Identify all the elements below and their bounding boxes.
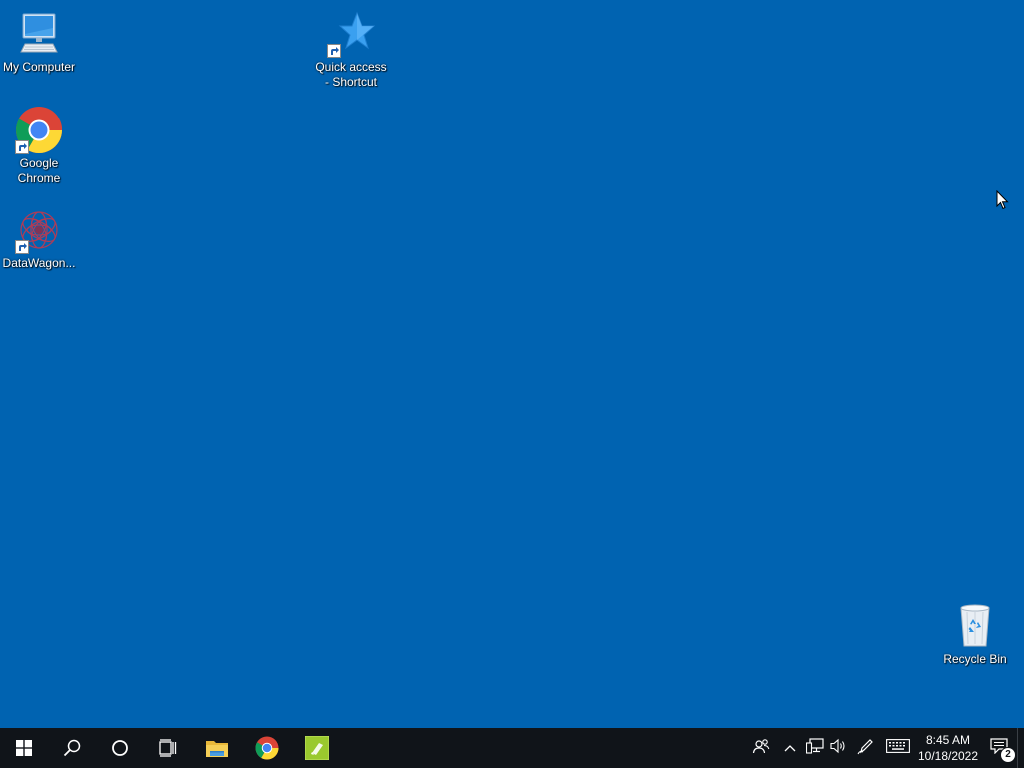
desktop-icon-label: Quick access - Shortcut: [315, 60, 387, 89]
desktop-icon-label: My Computer: [2, 60, 76, 74]
computer-icon: [15, 10, 63, 58]
task-view-button[interactable]: [144, 728, 192, 768]
shortcut-arrow-icon: [327, 44, 341, 58]
keyboard-icon: [886, 738, 910, 758]
desktop-icon-label: DataWagon...: [2, 256, 76, 270]
windows-ink-button[interactable]: [851, 728, 881, 768]
notification-count-badge: 2: [1000, 747, 1016, 763]
clock-time: 8:45 AM: [925, 733, 971, 747]
desktop-icon-label: Recycle Bin: [943, 652, 1007, 666]
star-icon: [327, 10, 375, 58]
shortcut-arrow-icon: [15, 240, 29, 254]
folder-icon: [205, 738, 229, 758]
mouse-cursor-icon: [996, 189, 1010, 210]
task-view-icon: [159, 739, 177, 757]
taskbar: 8:45 AM 10/18/2022 2: [0, 728, 1024, 768]
network-icon: [805, 737, 824, 759]
pen-icon: [857, 737, 875, 760]
cortana-button[interactable]: [96, 728, 144, 768]
touch-keyboard-button[interactable]: [881, 728, 915, 768]
recycle-bin-icon: [951, 602, 999, 650]
green-app-icon: [305, 736, 329, 760]
people-icon: [752, 737, 770, 760]
chevron-up-icon: [784, 739, 796, 757]
datawagon-icon: [15, 206, 63, 254]
taskbar-green-app[interactable]: [292, 728, 342, 768]
show-desktop-button[interactable]: [1017, 728, 1024, 768]
desktop-icon-datawagon[interactable]: DataWagon...: [1, 206, 77, 271]
clock-date: 10/18/2022: [917, 749, 979, 763]
network-button[interactable]: [803, 728, 827, 768]
chrome-icon: [15, 106, 63, 154]
start-button[interactable]: [0, 728, 48, 768]
desktop-icon-my-computer[interactable]: My Computer: [1, 10, 77, 75]
search-icon: [63, 739, 81, 757]
chrome-icon: [255, 736, 279, 760]
search-button[interactable]: [48, 728, 96, 768]
desktop[interactable]: My Computer Quick access - Shortcut Goog…: [0, 0, 1024, 728]
taskbar-file-explorer[interactable]: [192, 728, 242, 768]
volume-icon: [830, 738, 848, 759]
taskbar-chrome[interactable]: [242, 728, 292, 768]
people-button[interactable]: [745, 728, 777, 768]
cortana-circle-icon: [111, 739, 129, 757]
show-hidden-icons-button[interactable]: [777, 728, 803, 768]
clock[interactable]: 8:45 AM 10/18/2022: [915, 728, 981, 768]
system-tray: 8:45 AM 10/18/2022 2: [745, 728, 1024, 768]
desktop-icon-quick-access[interactable]: Quick access - Shortcut: [313, 10, 389, 90]
shortcut-arrow-icon: [15, 140, 29, 154]
volume-button[interactable]: [827, 728, 851, 768]
desktop-icon-google-chrome[interactable]: Google Chrome: [1, 106, 77, 186]
desktop-icon-recycle-bin[interactable]: Recycle Bin: [937, 602, 1013, 667]
action-center-button[interactable]: 2: [981, 728, 1017, 768]
desktop-icon-label: Google Chrome: [17, 156, 61, 185]
windows-logo-icon: [16, 740, 32, 756]
